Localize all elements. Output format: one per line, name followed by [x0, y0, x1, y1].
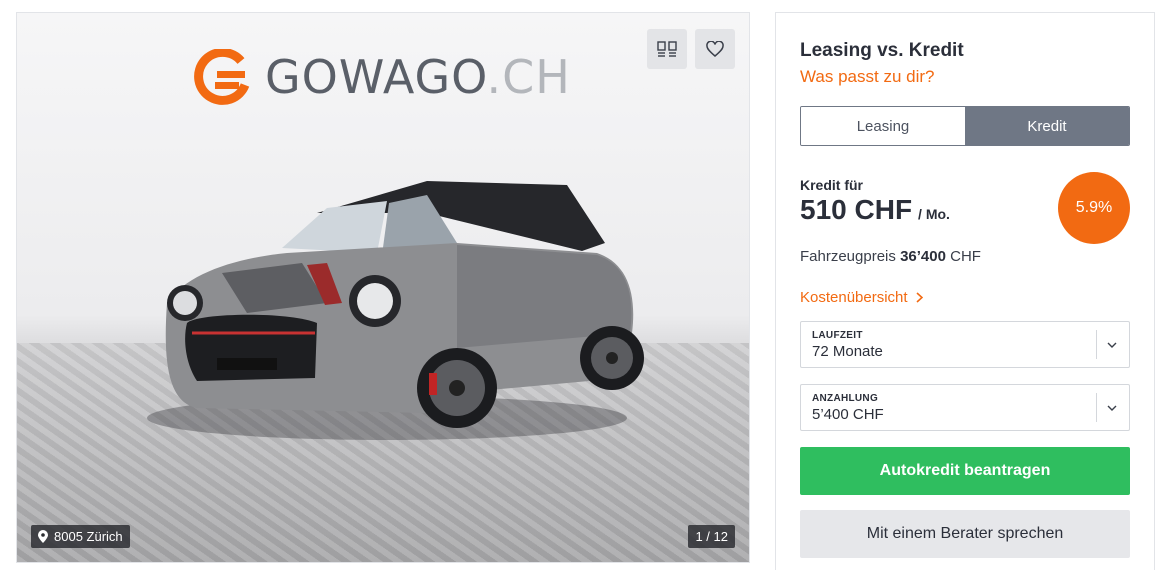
select-divider: [1096, 393, 1097, 422]
talk-to-advisor-button[interactable]: Mit einem Berater sprechen: [800, 510, 1130, 558]
cost-overview-label: Kostenübersicht: [800, 289, 908, 306]
chevron-right-icon: [916, 292, 923, 303]
tab-kredit[interactable]: Kredit: [965, 107, 1129, 145]
select-divider: [1096, 330, 1097, 359]
anzahlung-select[interactable]: ANZAHLUNG 5’400 CHF: [800, 384, 1130, 431]
heart-icon: [706, 41, 724, 57]
apply-credit-button[interactable]: Autokredit beantragen: [800, 447, 1130, 495]
laufzeit-value: 72 Monate: [812, 343, 883, 360]
vehicle-image-gallery[interactable]: GOWAGO.CH 8005 Zürich 1 / 12: [16, 12, 750, 563]
laufzeit-label: LAUFZEIT: [812, 330, 863, 341]
location-text: 8005 Zürich: [54, 529, 123, 544]
chevron-down-icon: [1107, 342, 1117, 348]
monthly-price: 510 CHF / Mo.: [800, 194, 950, 226]
vehicle-price-label: Fahrzeugpreis: [800, 248, 896, 265]
panel-title: Leasing vs. Kredit: [800, 40, 964, 61]
favorite-button[interactable]: [695, 29, 735, 69]
financing-panel: Leasing vs. Kredit Was passt zu dir? Lea…: [775, 12, 1155, 570]
vehicle-price-currency: CHF: [950, 248, 981, 265]
location-badge: 8005 Zürich: [31, 525, 130, 548]
monthly-price-value: 510 CHF: [800, 194, 913, 225]
image-counter: 1 / 12: [688, 525, 735, 548]
monthly-price-unit: / Mo.: [918, 206, 950, 222]
compare-icon: [657, 41, 677, 57]
gowago-logo-icon: [194, 49, 250, 105]
tab-leasing[interactable]: Leasing: [801, 107, 965, 145]
vehicle-price-value: 36’400: [900, 248, 946, 265]
laufzeit-select[interactable]: LAUFZEIT 72 Monate: [800, 321, 1130, 368]
logo-wordmark: GOWAGO.CH: [265, 50, 571, 104]
kredit-label: Kredit für: [800, 177, 863, 193]
financing-type-toggle: Leasing Kredit: [800, 106, 1130, 146]
compare-button[interactable]: [647, 29, 687, 69]
cost-overview-link[interactable]: Kostenübersicht: [800, 289, 923, 306]
panel-subtitle: Was passt zu dir?: [800, 67, 935, 86]
anzahlung-value: 5’400 CHF: [812, 406, 884, 423]
car-image: [147, 181, 644, 440]
gowago-logo: GOWAGO.CH: [191, 49, 571, 105]
map-pin-icon: [38, 530, 48, 543]
anzahlung-label: ANZAHLUNG: [812, 393, 879, 404]
chevron-down-icon: [1107, 405, 1117, 411]
interest-rate-badge: 5.9%: [1058, 172, 1130, 244]
vehicle-price: Fahrzeugpreis 36’400 CHF: [800, 248, 981, 265]
